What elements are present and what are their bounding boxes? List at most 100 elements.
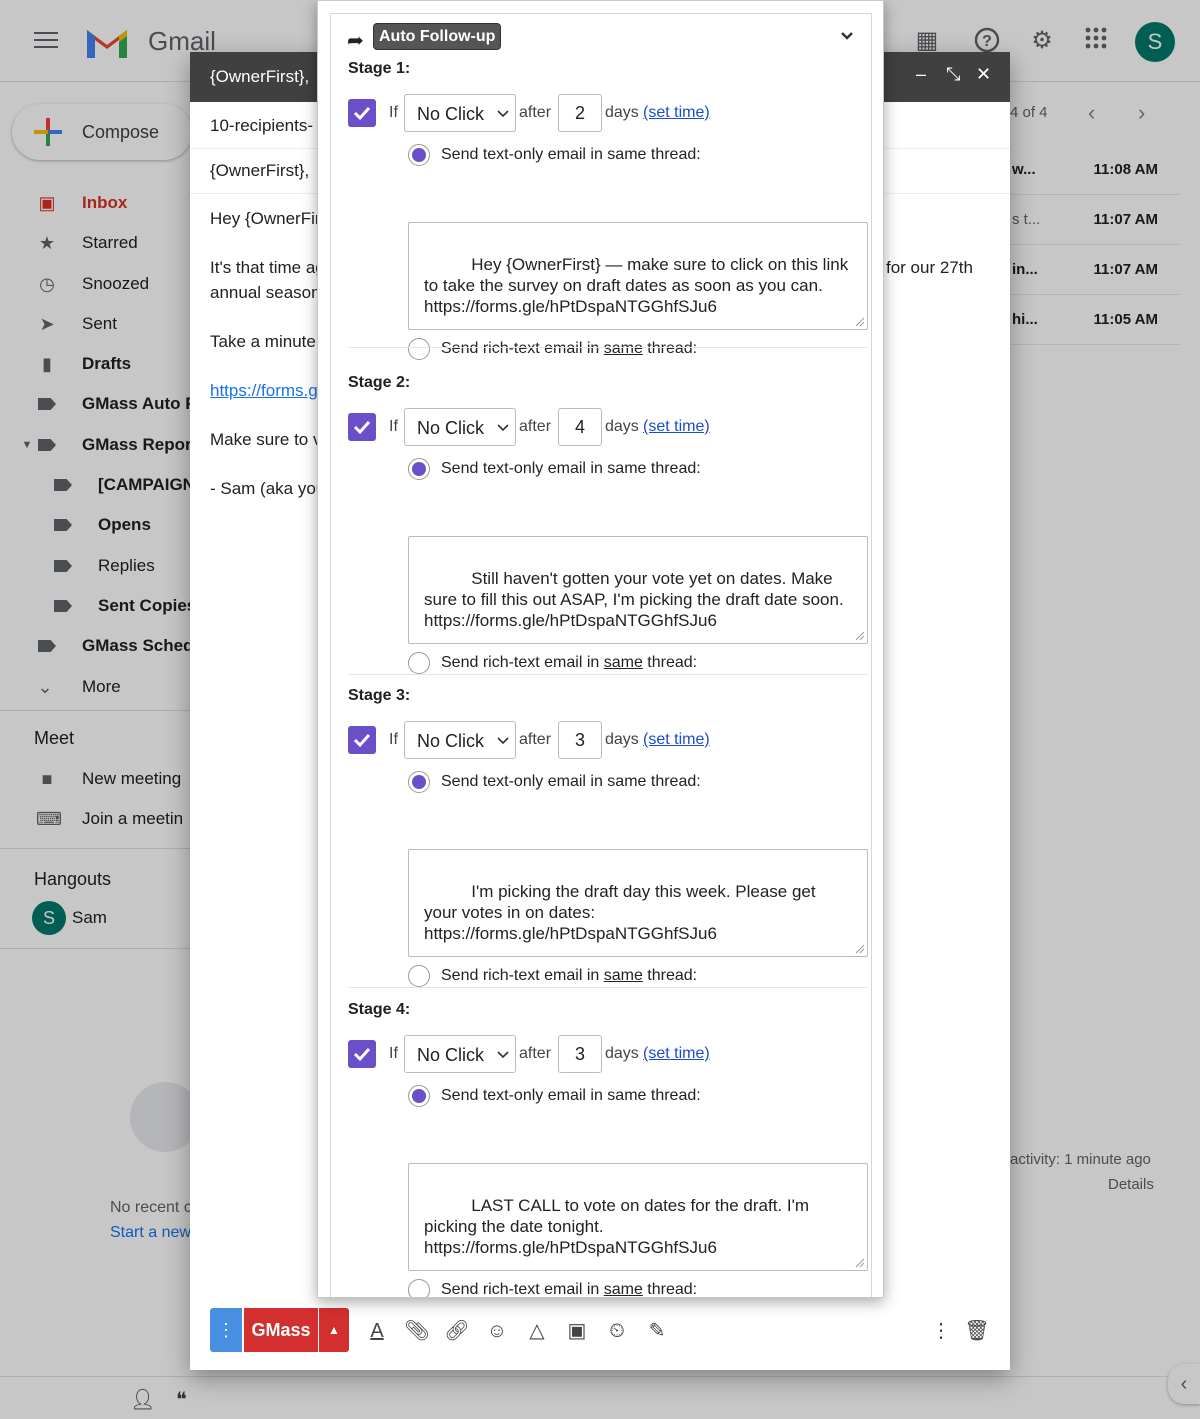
insert-link-icon[interactable]: 🔗︎ xyxy=(444,1318,470,1344)
insert-photo-icon[interactable]: ▣ xyxy=(564,1318,590,1344)
rich-text-radio[interactable] xyxy=(408,338,430,360)
rich-text-prefix: Send rich-text email in xyxy=(441,654,604,671)
gmass-send-button[interactable]: GMass xyxy=(244,1308,318,1352)
rich-text-same: same xyxy=(603,967,643,984)
text-only-radio[interactable] xyxy=(408,458,430,480)
followup-message-textarea[interactable]: Still haven't gotten your vote yet on da… xyxy=(408,536,868,644)
body-link[interactable]: https://forms.gl xyxy=(210,381,321,401)
if-label: If xyxy=(389,731,398,748)
text-only-radio[interactable] xyxy=(408,771,430,793)
close-icon[interactable]: ✕ xyxy=(976,64,991,85)
confidential-mode-icon[interactable]: ⏲ xyxy=(604,1318,630,1344)
exit-fullscreen-icon[interactable]: ⤡ xyxy=(946,64,960,85)
set-time-link[interactable]: (set time) xyxy=(643,731,710,749)
followup-message-textarea[interactable]: I'm picking the draft day this week. Ple… xyxy=(408,849,868,957)
compose-toolbar: ⋮ GMass ▲ A 📎︎ 🔗︎ ☺ △ ▣ ⏲ ✎ ⋮ 🗑︎ xyxy=(210,1308,990,1354)
stage-enabled-checkbox[interactable] xyxy=(348,413,376,441)
auto-followup-panel: ➦ Auto Follow-up Stage 1: If No Click af… xyxy=(317,0,884,1298)
rich-text-label: Send rich-text email in same thread: xyxy=(441,1281,697,1298)
text-only-radio[interactable] xyxy=(408,144,430,166)
rich-text-suffix: thread: xyxy=(642,654,698,671)
stage-enabled-checkbox[interactable] xyxy=(348,726,376,754)
condition-select[interactable]: No Click xyxy=(404,94,516,132)
set-time-link[interactable]: (set time) xyxy=(643,1045,710,1063)
discard-draft-icon[interactable]: 🗑︎ xyxy=(964,1318,990,1344)
chevron-down-icon xyxy=(497,110,509,118)
stage-1: Stage 1: If No Click after 2 days (set t… xyxy=(331,60,871,373)
body-line[interactable]: Take a minute xyxy=(210,332,316,352)
body-line[interactable]: It's that time ag xyxy=(210,258,325,278)
days-input[interactable]: 3 xyxy=(558,721,602,759)
gmass-options-caret-icon[interactable]: ▲ xyxy=(319,1308,349,1352)
body-line[interactable]: - Sam (aka you xyxy=(210,479,325,499)
followup-message-textarea[interactable]: LAST CALL to vote on dates for the draft… xyxy=(408,1163,868,1271)
after-label: after xyxy=(519,104,552,121)
condition-value: No Click xyxy=(417,104,485,124)
divider xyxy=(348,987,868,988)
stage-title: Stage 2: xyxy=(348,374,411,391)
rich-text-radio[interactable] xyxy=(408,652,430,674)
condition-value: No Click xyxy=(417,731,485,751)
message-text: I'm picking the draft day this week. Ple… xyxy=(424,882,816,943)
formatting-options-icon[interactable]: A xyxy=(364,1318,390,1344)
days-label: days xyxy=(605,418,639,435)
text-only-label: Send text-only email in same thread: xyxy=(441,146,701,163)
insert-emoji-icon[interactable]: ☺ xyxy=(484,1318,510,1344)
rich-text-prefix: Send rich-text email in xyxy=(441,340,604,357)
stage-enabled-checkbox[interactable] xyxy=(348,1040,376,1068)
rich-text-same: same xyxy=(603,1281,643,1298)
set-time-link[interactable]: (set time) xyxy=(643,104,710,122)
rich-text-label: Send rich-text email in same thread: xyxy=(441,654,697,672)
rich-text-prefix: Send rich-text email in xyxy=(441,1281,604,1298)
stage-4: Stage 4: If No Click after 3 days (set t… xyxy=(331,1001,871,1298)
if-label: If xyxy=(389,418,398,435)
chevron-down-icon xyxy=(497,424,509,432)
subject-field[interactable]: {OwnerFirst}, xyxy=(210,161,309,181)
attach-file-icon[interactable]: 📎︎ xyxy=(404,1318,430,1344)
chevron-down-icon xyxy=(497,737,509,745)
divider xyxy=(348,347,868,348)
chevron-down-icon xyxy=(497,1051,509,1059)
recipients-field[interactable]: 10-recipients- xyxy=(210,116,313,136)
body-line[interactable]: Hey {OwnerFir xyxy=(210,209,321,229)
insert-signature-icon[interactable]: ✎ xyxy=(644,1318,670,1344)
rich-text-radio[interactable] xyxy=(408,1279,430,1297)
followup-message-textarea[interactable]: Hey {OwnerFirst} — make sure to click on… xyxy=(408,222,868,330)
gmass-settings-button[interactable]: ⋮ xyxy=(210,1308,242,1352)
resize-grip-icon[interactable] xyxy=(855,317,865,327)
resize-grip-icon[interactable] xyxy=(855,1258,865,1268)
if-label: If xyxy=(389,1045,398,1062)
resize-grip-icon[interactable] xyxy=(855,631,865,641)
after-label: after xyxy=(519,731,552,748)
days-input[interactable]: 3 xyxy=(558,1035,602,1073)
message-text: Hey {OwnerFirst} — make sure to click on… xyxy=(424,255,853,316)
auto-followup-box: ➦ Auto Follow-up Stage 1: If No Click af… xyxy=(330,13,872,1298)
rich-text-suffix: thread: xyxy=(642,340,698,357)
days-input[interactable]: 2 xyxy=(558,94,602,132)
rich-text-same: same xyxy=(603,654,643,671)
compose-title: {OwnerFirst}, xyxy=(210,67,310,86)
resize-grip-icon[interactable] xyxy=(855,944,865,954)
more-options-icon[interactable]: ⋮ xyxy=(928,1318,954,1344)
days-label: days xyxy=(605,731,639,748)
message-text: LAST CALL to vote on dates for the draft… xyxy=(424,1196,809,1257)
text-only-label: Send text-only email in same thread: xyxy=(441,773,701,790)
condition-select[interactable]: No Click xyxy=(404,408,516,446)
minimize-icon[interactable]: – xyxy=(916,64,926,85)
text-only-radio[interactable] xyxy=(408,1085,430,1107)
condition-select[interactable]: No Click xyxy=(404,1035,516,1073)
body-line[interactable]: annual season xyxy=(210,283,321,303)
stage-enabled-checkbox[interactable] xyxy=(348,99,376,127)
insert-drive-icon[interactable]: △ xyxy=(524,1318,550,1344)
if-label: If xyxy=(389,104,398,121)
body-line[interactable]: Make sure to v xyxy=(210,430,322,450)
condition-select[interactable]: No Click xyxy=(404,721,516,759)
set-time-link[interactable]: (set time) xyxy=(643,418,710,436)
stage-title: Stage 3: xyxy=(348,687,411,704)
rich-text-radio[interactable] xyxy=(408,965,430,987)
text-only-label: Send text-only email in same thread: xyxy=(441,1087,701,1104)
rich-text-same: same xyxy=(603,340,643,357)
days-input[interactable]: 4 xyxy=(558,408,602,446)
collapse-chevron-icon[interactable] xyxy=(839,28,855,44)
rich-text-suffix: thread: xyxy=(642,967,698,984)
